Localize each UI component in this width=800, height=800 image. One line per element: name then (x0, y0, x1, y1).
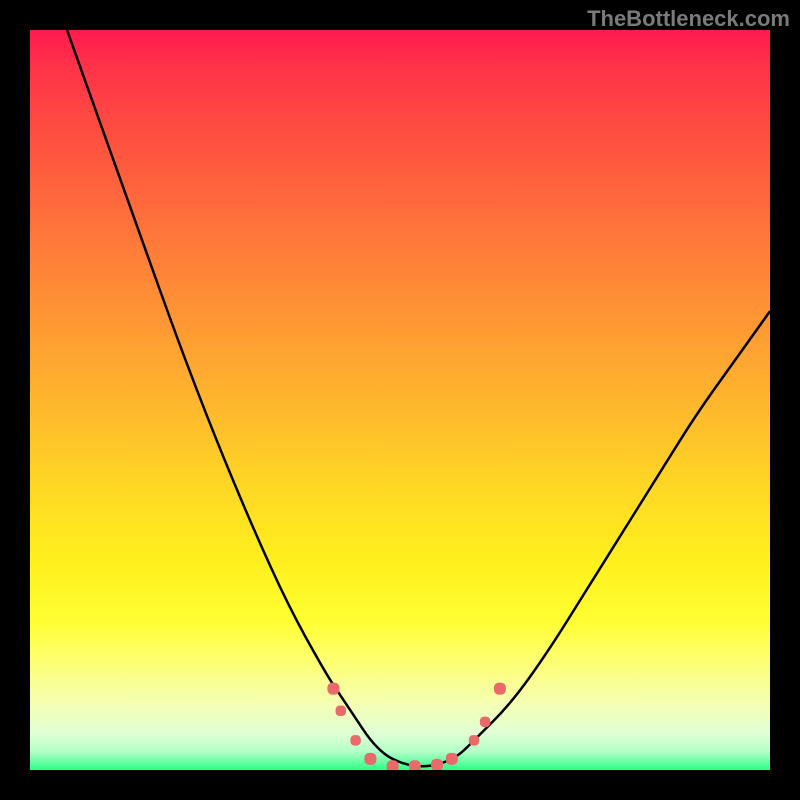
curve-marker (431, 759, 443, 770)
curve-marker (327, 683, 339, 695)
plot-area (30, 30, 770, 770)
curve-marker (469, 735, 480, 746)
curve-marker (350, 735, 361, 746)
curve-marker (387, 760, 399, 770)
curve-marker (480, 717, 491, 728)
curve-path (67, 30, 770, 766)
curve-marker (494, 683, 506, 695)
curve-marker (446, 753, 458, 765)
curve-marker (409, 760, 421, 770)
chart-container: TheBottleneck.com (0, 0, 800, 800)
bottleneck-curve (67, 30, 770, 766)
curve-markers (327, 683, 506, 770)
curve-marker (364, 753, 376, 765)
chart-svg (30, 30, 770, 770)
watermark-text: TheBottleneck.com (587, 6, 790, 32)
curve-marker (336, 706, 347, 717)
